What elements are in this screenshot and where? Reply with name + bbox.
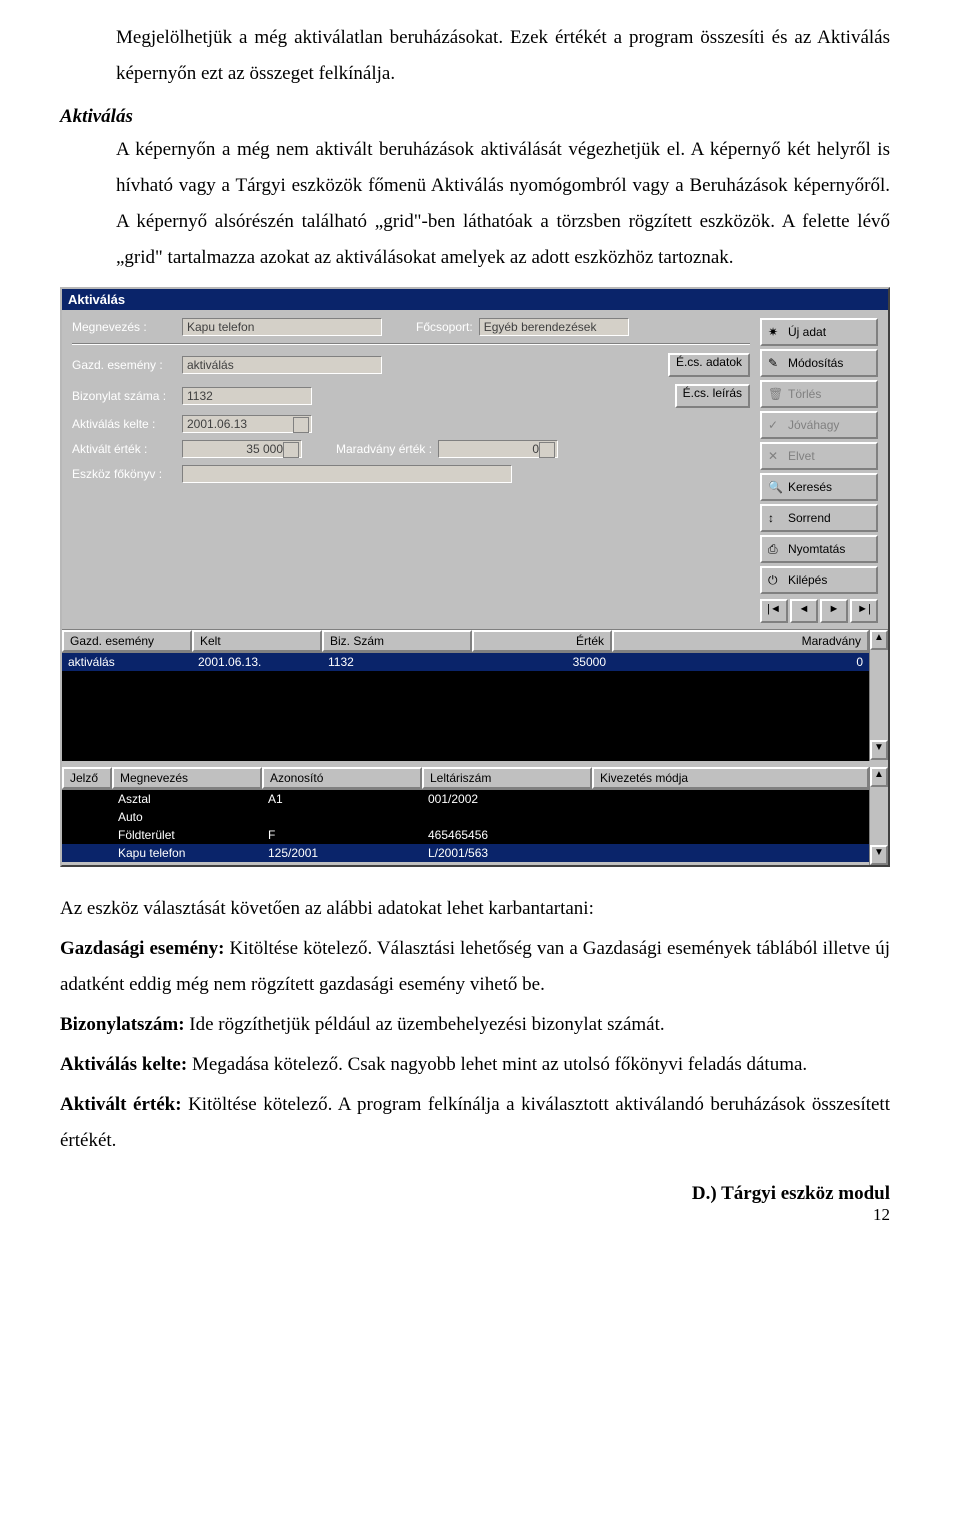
aktivalt-ertek-value: 35 000: [246, 442, 283, 456]
aktivalas-window: Aktiválás Megnevezés : Főcsoport: Gazd. …: [60, 287, 890, 867]
input-maradvany-ertek[interactable]: 0: [438, 440, 558, 458]
intro-paragraph-2: A képernyőn a még nem aktivált beruházás…: [116, 132, 890, 276]
grid1-scroll-down[interactable]: ▼: [870, 740, 888, 760]
calculator-icon-2[interactable]: [539, 442, 555, 458]
table-row[interactable]: Kapu telefon125/2001L/2001/563: [62, 844, 869, 862]
torles-button[interactable]: 🗑Törlés: [760, 380, 878, 408]
grid2-header-megnevezes[interactable]: Megnevezés: [112, 767, 262, 789]
footer-page-number: 12: [60, 1205, 890, 1225]
nav-prev-button[interactable]: ◄: [790, 599, 818, 623]
kilepes-button[interactable]: ⏻Kilépés: [760, 566, 878, 594]
table-row[interactable]: FöldterületF465465456: [62, 826, 869, 844]
input-bizonylat-szama[interactable]: [182, 387, 312, 405]
ecs-adatok-button[interactable]: É.cs. adatok: [668, 353, 750, 377]
assets-grid[interactable]: Jelző Megnevezés Azonosító Leltáriszám K…: [62, 767, 888, 865]
elvet-button[interactable]: ✕Elvet: [760, 442, 878, 470]
calendar-icon[interactable]: [293, 417, 309, 433]
input-aktivalas-kelte[interactable]: 2001.06.13: [182, 415, 312, 433]
input-aktivalt-ertek[interactable]: 35 000: [182, 440, 302, 458]
outro-aktivalas-kelte: Aktiválás kelte: Megadása kötelező. Csak…: [60, 1047, 890, 1083]
modositas-button[interactable]: ✎Módosítás: [760, 349, 878, 377]
grid1-header-maradvany[interactable]: Maradvány: [612, 630, 869, 652]
new-icon: ✷: [768, 325, 782, 339]
grid1-scroll-up[interactable]: ▲: [870, 630, 888, 650]
table-row[interactable]: aktiválás2001.06.13.1132350000: [62, 653, 869, 671]
section-heading: Aktiválás: [60, 106, 890, 128]
input-focsoport[interactable]: [479, 318, 629, 336]
jovahagy-button[interactable]: ✓Jóváhagy: [760, 411, 878, 439]
outro-p1: Az eszköz választását követően az alábbi…: [60, 891, 890, 927]
grid2-scroll-down[interactable]: ▼: [870, 845, 888, 865]
print-icon: ⎙: [768, 542, 782, 556]
grid1-header-kelt[interactable]: Kelt: [192, 630, 322, 652]
nav-last-button[interactable]: ►|: [850, 599, 878, 623]
grid1-header-biz-szam[interactable]: Biz. Szám: [322, 630, 472, 652]
calculator-icon[interactable]: [283, 442, 299, 458]
outro-bizonylatszam: Bizonylatszám: Ide rögzíthetjük például …: [60, 1007, 890, 1043]
label-megnevezes: Megnevezés :: [72, 320, 182, 334]
grid1-scrollbar[interactable]: ▲ ▼: [869, 630, 888, 761]
label-gazd-esemeny: Gazd. esemény :: [72, 358, 182, 372]
aktivalas-kelte-value: 2001.06.13: [187, 417, 247, 431]
label-maradvany-ertek: Maradvány érték :: [336, 442, 438, 456]
label-focsoport: Főcsoport:: [416, 320, 479, 334]
outro-gazdasagi: Gazdasági esemény: Kitöltése kötelező. V…: [60, 931, 890, 1003]
table-row[interactable]: Auto: [62, 808, 869, 826]
kereses-button[interactable]: 🔍Keresés: [760, 473, 878, 501]
nav-first-button[interactable]: |◄: [760, 599, 788, 623]
input-eszkoz-fokonyv[interactable]: [182, 465, 512, 483]
input-gazd-esemeny[interactable]: [182, 356, 382, 374]
intro-paragraph-1: Megjelölhetjük a még aktiválatlan beruhá…: [116, 20, 890, 92]
sort-icon: ↕: [768, 511, 782, 525]
nyomtatas-button[interactable]: ⎙Nyomtatás: [760, 535, 878, 563]
sorrend-button[interactable]: ↕Sorrend: [760, 504, 878, 532]
grid1-header-gazd-esemeny[interactable]: Gazd. esemény: [62, 630, 192, 652]
grid2-header-leltariszam[interactable]: Leltáriszám: [422, 767, 592, 789]
outro-aktivalt-ertek: Aktivált érték: Kitöltése kötelező. A pr…: [60, 1087, 890, 1159]
grid2-scroll-up[interactable]: ▲: [870, 767, 888, 787]
grid2-scrollbar[interactable]: ▲ ▼: [869, 767, 888, 865]
grid2-header-azonosito[interactable]: Azonosító: [262, 767, 422, 789]
table-row[interactable]: AsztalA1001/2002: [62, 790, 869, 808]
grid2-header-kivezetes[interactable]: Kivezetés módja: [592, 767, 869, 789]
edit-icon: ✎: [768, 356, 782, 370]
search-icon: 🔍: [768, 480, 782, 494]
footer-module: D.) Tárgyi eszköz modul: [60, 1183, 890, 1205]
label-aktivalt-ertek: Aktivált érték :: [72, 442, 182, 456]
maradvany-ertek-value: 0: [532, 442, 539, 456]
trash-icon: 🗑: [768, 387, 782, 401]
label-aktivalas-kelte: Aktiválás kelte :: [72, 417, 182, 431]
exit-icon: ⏻: [768, 573, 782, 587]
check-icon: ✓: [768, 418, 782, 432]
window-titlebar[interactable]: Aktiválás: [62, 289, 888, 310]
nav-next-button[interactable]: ►: [820, 599, 848, 623]
cancel-icon: ✕: [768, 449, 782, 463]
input-megnevezes[interactable]: [182, 318, 382, 336]
ecs-leiras-button[interactable]: É.cs. leírás: [675, 384, 750, 408]
label-eszkoz-fokonyv: Eszköz főkönyv :: [72, 467, 182, 481]
grid2-header-jelzo[interactable]: Jelző: [62, 767, 112, 789]
grid1-header-ertek[interactable]: Érték: [472, 630, 612, 652]
uj-adat-button[interactable]: ✷Új adat: [760, 318, 878, 346]
activations-grid[interactable]: Gazd. esemény Kelt Biz. Szám Érték Marad…: [62, 630, 888, 761]
label-bizonylat-szama: Bizonylat száma :: [72, 389, 182, 403]
